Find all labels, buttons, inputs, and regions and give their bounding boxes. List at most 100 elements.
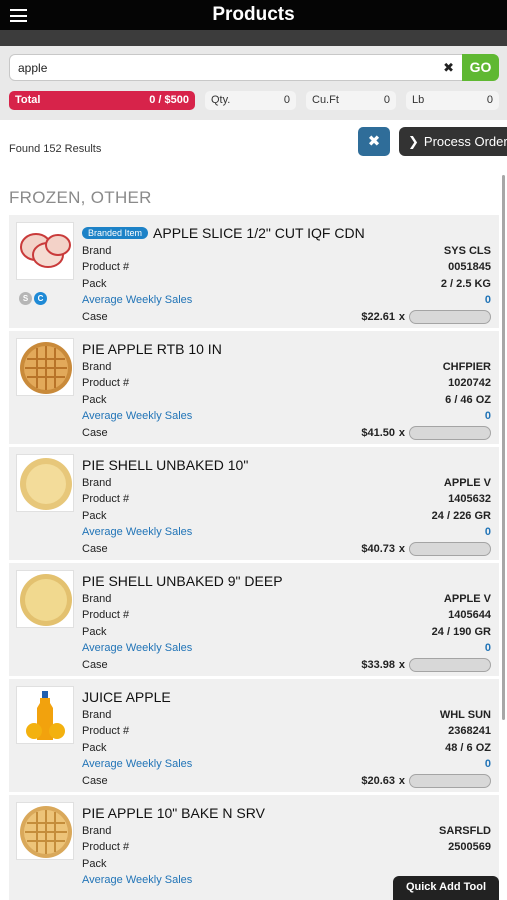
go-button[interactable]: GO bbox=[462, 54, 499, 81]
product-number-row: Product # 1405632 bbox=[82, 493, 491, 509]
product-name: PIE APPLE 10" BAKE N SRV bbox=[82, 805, 265, 821]
brand-row: Brand SARSFLD bbox=[82, 825, 491, 841]
lb-label: Lb bbox=[412, 94, 425, 106]
quantity-input[interactable] bbox=[409, 658, 491, 672]
product-number-label: Product # bbox=[82, 609, 130, 621]
item-badges: SC bbox=[19, 288, 49, 306]
clear-search-icon[interactable]: ✖ bbox=[443, 60, 454, 76]
average-weekly-sales-row[interactable]: Average Weekly Sales 0 bbox=[82, 294, 491, 310]
search-input[interactable]: apple ✖ bbox=[9, 54, 464, 81]
aws-label[interactable]: Average Weekly Sales bbox=[82, 526, 192, 538]
product-number-value: 2500569 bbox=[448, 841, 491, 853]
case-row: Case $33.98 x bbox=[82, 658, 491, 675]
quick-add-tool-button[interactable]: Quick Add Tool bbox=[393, 876, 499, 900]
product-number-label: Product # bbox=[82, 841, 130, 853]
aws-label[interactable]: Average Weekly Sales bbox=[82, 642, 192, 654]
pack-value: 2 / 2.5 KG bbox=[440, 278, 491, 290]
brand-row: Brand APPLE V bbox=[82, 593, 491, 609]
product-list: SC Branded Item APPLE SLICE 1/2" CUT IQF … bbox=[9, 215, 499, 900]
results-count: Found 152 Results bbox=[9, 143, 102, 155]
pack-row: Pack 48 / 6 OZ bbox=[82, 742, 491, 758]
product-card[interactable]: SC Branded Item APPLE SLICE 1/2" CUT IQF … bbox=[9, 215, 499, 331]
average-weekly-sales-row[interactable]: Average Weekly Sales 0 bbox=[82, 526, 491, 542]
cuft-total: Cu.Ft 0 bbox=[306, 91, 396, 110]
pack-value: 24 / 226 GR bbox=[431, 510, 491, 522]
case-label: Case bbox=[82, 659, 108, 671]
quantity-input[interactable] bbox=[409, 310, 491, 324]
case-row: Case $41.50 x bbox=[82, 426, 491, 443]
aws-value: 0 bbox=[484, 758, 491, 770]
product-card[interactable]: PIE SHELL UNBAKED 9" DEEP Brand APPLE V P… bbox=[9, 563, 499, 679]
pack-label: Pack bbox=[82, 742, 107, 754]
case-price: $33.98 bbox=[361, 659, 395, 671]
product-name: PIE SHELL UNBAKED 9" DEEP bbox=[82, 573, 283, 589]
product-name: PIE SHELL UNBAKED 10" bbox=[82, 457, 249, 473]
brand-value: WHL SUN bbox=[439, 709, 491, 721]
brand-label: Brand bbox=[82, 709, 112, 721]
lb-value: 0 bbox=[486, 94, 493, 106]
product-number-label: Product # bbox=[82, 261, 130, 273]
aws-value: 0 bbox=[484, 410, 491, 422]
product-card[interactable]: JUICE APPLE Brand WHL SUN Product # 236824… bbox=[9, 679, 499, 795]
pack-row: Pack 6 / 46 OZ bbox=[82, 394, 491, 410]
clear-results-button[interactable]: ✖ bbox=[358, 127, 390, 156]
aws-label[interactable]: Average Weekly Sales bbox=[82, 758, 192, 770]
product-number-row: Product # 1405644 bbox=[82, 609, 491, 625]
average-weekly-sales-row[interactable]: Average Weekly Sales 0 bbox=[82, 758, 491, 774]
brand-row: Brand CHFPIER bbox=[82, 361, 491, 377]
scrollbar[interactable] bbox=[502, 175, 505, 720]
quantity-input[interactable] bbox=[409, 426, 491, 440]
product-number-row: Product # 2368241 bbox=[82, 725, 491, 741]
badge-s-icon: S bbox=[19, 292, 32, 305]
brand-label: Brand bbox=[82, 593, 112, 605]
average-weekly-sales-row[interactable]: Average Weekly Sales 0 bbox=[82, 410, 491, 426]
brand-label: Brand bbox=[82, 361, 112, 373]
brand-value: CHFPIER bbox=[442, 361, 491, 373]
case-price: $22.61 bbox=[361, 311, 395, 323]
case-label: Case bbox=[82, 543, 108, 555]
case-label: Case bbox=[82, 311, 108, 323]
aws-value: 0 bbox=[484, 642, 491, 654]
qty-total: Qty. 0 bbox=[205, 91, 296, 110]
pack-value: 24 / 190 GR bbox=[431, 626, 491, 638]
order-total: Total 0 / $500 bbox=[9, 91, 195, 110]
aws-label[interactable]: Average Weekly Sales bbox=[82, 410, 192, 422]
case-row: Case $40.73 x bbox=[82, 542, 491, 559]
product-number-row: Product # 1020742 bbox=[82, 377, 491, 393]
times-sign: x bbox=[398, 427, 405, 439]
page-title: Products bbox=[212, 4, 295, 25]
quantity-input[interactable] bbox=[409, 542, 491, 556]
product-image bbox=[16, 454, 74, 512]
product-number-label: Product # bbox=[82, 377, 130, 389]
total-label: Total bbox=[15, 94, 41, 106]
aws-label[interactable]: Average Weekly Sales bbox=[82, 294, 192, 306]
pack-row: Pack 2 / 2.5 KG bbox=[82, 278, 491, 294]
process-order-button[interactable]: ❯ Process Order bbox=[399, 127, 507, 156]
pack-label: Pack bbox=[82, 278, 107, 290]
brand-value: APPLE V bbox=[443, 593, 491, 605]
product-image bbox=[16, 338, 74, 396]
subheader-bar bbox=[0, 30, 507, 46]
cuft-label: Cu.Ft bbox=[312, 94, 339, 106]
branded-item-badge: Branded Item bbox=[82, 227, 149, 239]
case-price: $40.73 bbox=[361, 543, 395, 555]
average-weekly-sales-row[interactable]: Average Weekly Sales 0 bbox=[82, 642, 491, 658]
product-number-value: 0051845 bbox=[448, 261, 491, 273]
product-card[interactable]: PIE SHELL UNBAKED 10" Brand APPLE V Produ… bbox=[9, 447, 499, 563]
qty-label: Qty. bbox=[211, 94, 231, 106]
pack-row: Pack 24 / 190 GR bbox=[82, 626, 491, 642]
brand-value: SYS CLS bbox=[443, 245, 491, 257]
pack-label: Pack bbox=[82, 510, 107, 522]
category-heading: FROZEN, OTHER bbox=[9, 188, 152, 207]
product-card[interactable]: PIE APPLE RTB 10 IN Brand CHFPIER Product… bbox=[9, 331, 499, 447]
times-sign: x bbox=[398, 659, 405, 671]
product-image bbox=[16, 686, 74, 744]
badge-c-icon: C bbox=[34, 292, 47, 305]
pack-row: Pack bbox=[82, 858, 491, 874]
times-sign: x bbox=[398, 543, 405, 555]
aws-label[interactable]: Average Weekly Sales bbox=[82, 874, 192, 886]
pack-row: Pack 24 / 226 GR bbox=[82, 510, 491, 526]
aws-value: 0 bbox=[484, 294, 491, 306]
quantity-input[interactable] bbox=[409, 774, 491, 788]
product-name: Branded Item APPLE SLICE 1/2" CUT IQF CDN bbox=[82, 225, 365, 241]
